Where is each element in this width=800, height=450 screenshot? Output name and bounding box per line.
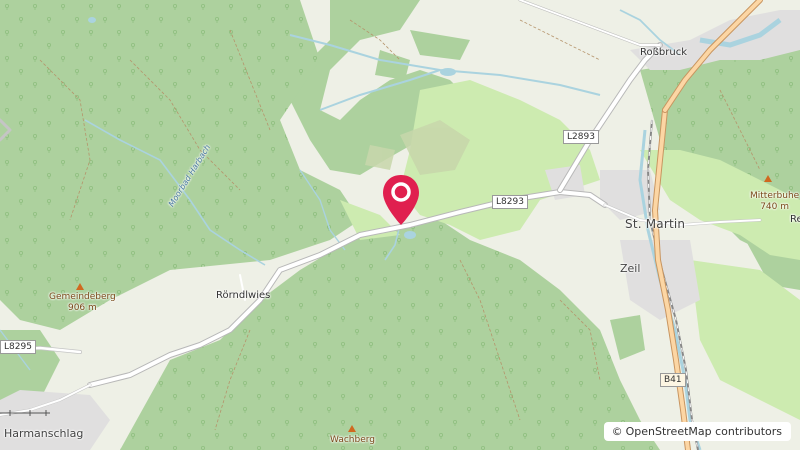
place-label-harmanschlag: Harmanschlag bbox=[4, 427, 84, 440]
place-label-rorndlwies: Rörndlwies bbox=[216, 290, 271, 301]
peak-label-gemeindeberg: Gemeindeberg 906 m bbox=[49, 292, 116, 314]
map-attribution[interactable]: © OpenStreetMap contributors bbox=[603, 422, 791, 441]
peak-label-wachberg: Wachberg bbox=[330, 435, 375, 445]
road-shield-l8293: L8293 bbox=[492, 195, 528, 209]
peak-name: Gemeindeberg bbox=[49, 292, 116, 302]
road-shield-l2893: L2893 bbox=[563, 130, 599, 144]
map-canvas[interactable]: Roßbruck St. Martin Zeil Rörndlwies Harm… bbox=[0, 0, 800, 450]
road-shield-l8295: L8295 bbox=[0, 340, 36, 354]
place-label-re: Re bbox=[790, 214, 800, 225]
peak-label-mitterbuhel: Mitterbuhe 740 m bbox=[750, 191, 799, 213]
peak-name: Mitterbuhe bbox=[750, 191, 800, 201]
location-pin-icon[interactable] bbox=[381, 173, 421, 227]
place-label-zeil: Zeil bbox=[620, 262, 641, 275]
peak-elevation: 740 m bbox=[760, 202, 790, 212]
copyright-symbol: © bbox=[611, 425, 623, 438]
attribution-text[interactable]: OpenStreetMap contributors bbox=[626, 425, 782, 438]
place-label-st-martin: St. Martin bbox=[625, 217, 686, 231]
road-shield-b41: B41 bbox=[660, 373, 686, 387]
place-label-rossbruck: Roßbruck bbox=[640, 47, 688, 58]
peak-elevation: 906 m bbox=[67, 303, 97, 313]
